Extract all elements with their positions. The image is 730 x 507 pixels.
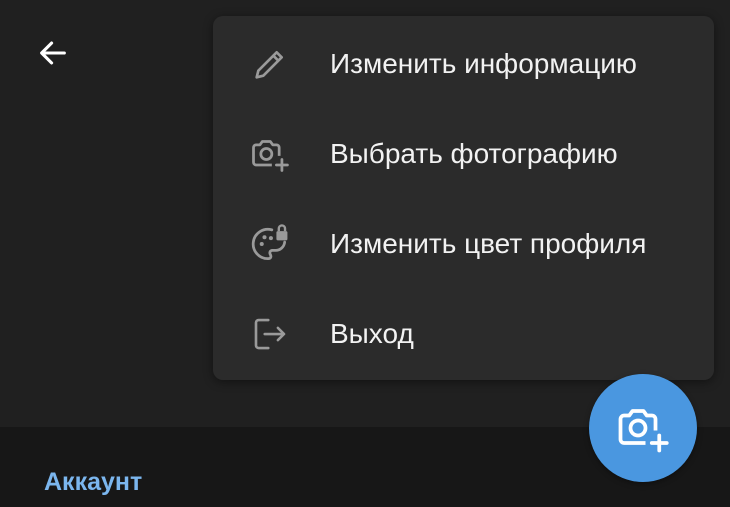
menu-item-change-profile-color[interactable]: Изменить цвет профиля	[213, 199, 714, 289]
logout-icon	[245, 309, 295, 359]
section-title-account: Аккаунт	[44, 468, 143, 496]
camera-add-icon	[245, 129, 295, 179]
menu-item-logout[interactable]: Выход	[213, 289, 714, 379]
palette-lock-icon	[245, 219, 295, 269]
back-button[interactable]	[26, 30, 80, 76]
camera-add-icon	[618, 409, 669, 453]
menu-item-label: Выбрать фотографию	[330, 138, 618, 169]
set-photo-button[interactable]	[589, 374, 697, 482]
menu-item-label: Выход	[330, 318, 414, 349]
menu-item-choose-photo[interactable]: Выбрать фотографию	[213, 109, 714, 199]
context-menu: Изменить информацию Выбрать фотографию И…	[213, 16, 714, 380]
profile-screen: Аккаунт Изменить информацию Выбрать фото…	[0, 0, 730, 507]
menu-item-label: Изменить цвет профиля	[330, 228, 647, 259]
arrow-left-icon	[40, 41, 66, 65]
pencil-icon	[245, 39, 295, 89]
menu-item-edit-info[interactable]: Изменить информацию	[213, 19, 714, 109]
menu-item-label: Изменить информацию	[330, 48, 637, 79]
